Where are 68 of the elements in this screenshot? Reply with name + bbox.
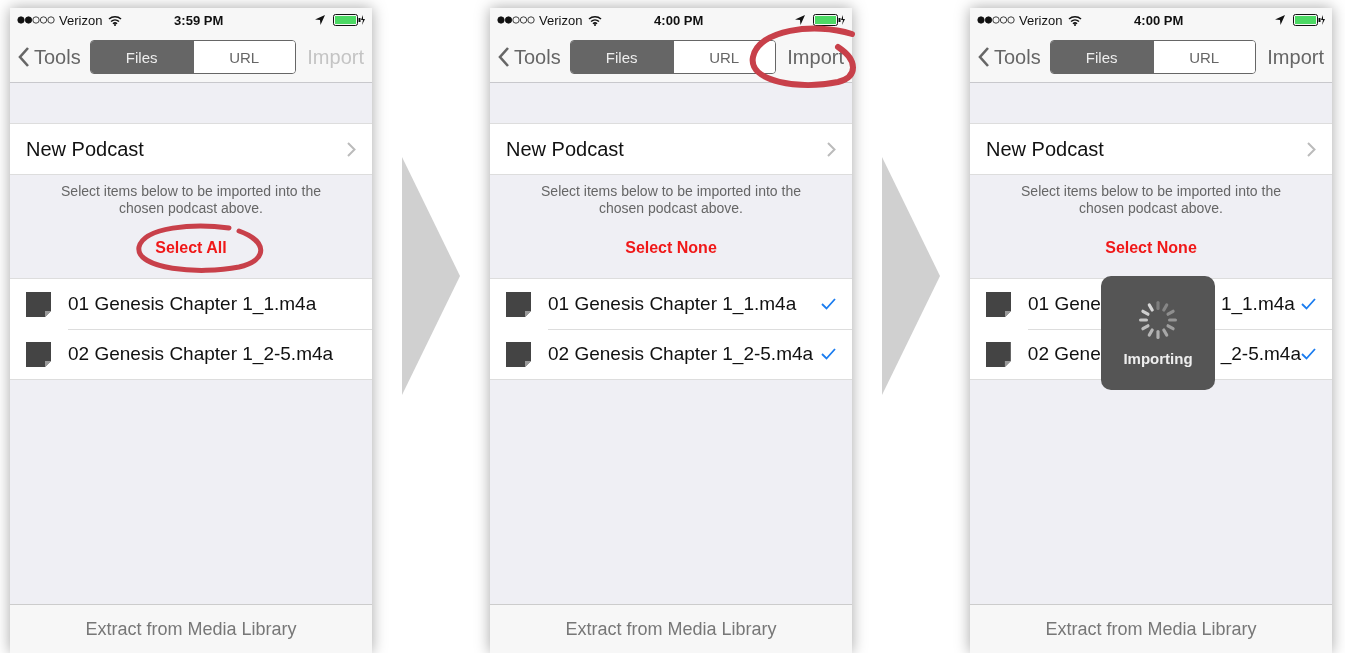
podcast-label: New Podcast	[506, 137, 624, 161]
step-arrow-icon	[402, 156, 460, 395]
wifi-icon	[1068, 14, 1083, 26]
instruction-text: Select items below to be imported into the chosen podcast above.	[1020, 183, 1282, 217]
import-button[interactable]: Import	[1267, 45, 1324, 69]
importing-label: Importing	[1123, 349, 1193, 367]
file-icon	[986, 291, 1011, 317]
import-button[interactable]: Import	[787, 45, 844, 69]
file-icon	[506, 291, 531, 317]
chevron-right-icon	[827, 141, 836, 157]
podcast-row[interactable]: New Podcast	[10, 123, 372, 175]
chevron-right-icon	[347, 141, 356, 157]
file-name: 1_1.m4a	[1220, 292, 1295, 315]
segment-tab[interactable]: Files	[1050, 41, 1153, 73]
chevron-right-icon	[1307, 141, 1316, 157]
file-icon	[986, 341, 1011, 367]
podcast-label: New Podcast	[986, 137, 1104, 161]
wifi-icon	[588, 14, 603, 26]
file-name: 01 Genesis Chapter 1_1.m4a	[548, 292, 797, 315]
status-time: 4:00 PM	[1134, 12, 1184, 28]
file-name: _2-5.m4a	[1220, 343, 1301, 365]
file-name: 02 Genesis Chapter 1_2-5.m4a	[548, 343, 814, 365]
instruction-text: Select items below to be imported into the chosen podcast above.	[540, 183, 802, 217]
battery-icon	[1293, 14, 1325, 26]
segment-tab[interactable]: URL	[192, 41, 295, 73]
signal-icon	[17, 16, 55, 24]
step-arrow-icon	[882, 156, 940, 395]
location-icon	[315, 15, 325, 25]
segment-tab[interactable]: Files	[90, 41, 193, 73]
segment-tab[interactable]: Files	[570, 41, 673, 73]
carrier-name: Verizon	[539, 12, 583, 28]
file-name: 01 Genesis Chapter 1_1.m4a	[68, 292, 317, 315]
carrier-name: Verizon	[1019, 12, 1063, 28]
battery-icon	[333, 14, 365, 26]
signal-icon	[977, 16, 1015, 24]
extract-button[interactable]: Extract from Media Library	[10, 604, 372, 653]
podcast-row[interactable]: New Podcast	[490, 123, 852, 175]
location-icon	[1275, 15, 1285, 25]
back-chevron-icon	[978, 46, 990, 68]
carrier-name: Verizon	[59, 12, 103, 28]
select-toggle-button[interactable]: Select All	[155, 239, 227, 257]
back-chevron-icon	[498, 46, 510, 68]
file-icon	[506, 341, 531, 367]
status-time: 4:00 PM	[654, 12, 704, 28]
instruction-text: Select items below to be imported into the chosen podcast above.	[60, 183, 322, 217]
select-toggle-button[interactable]: Select None	[625, 239, 717, 257]
file-icon	[26, 341, 51, 367]
wifi-icon	[108, 14, 123, 26]
select-toggle-button[interactable]: Select None	[1105, 239, 1197, 257]
spinner-icon	[1138, 299, 1178, 340]
location-icon	[795, 15, 805, 25]
segment-tab[interactable]: URL	[1152, 41, 1255, 73]
back-button[interactable]: Tools	[978, 45, 1041, 69]
file-name: 01 Gene	[1028, 292, 1101, 315]
podcast-row[interactable]: New Podcast	[970, 123, 1332, 175]
battery-icon	[813, 14, 845, 26]
segment-tab[interactable]: URL	[672, 41, 775, 73]
back-button[interactable]: Tools	[498, 45, 561, 69]
file-name: 02 Gene	[1027, 343, 1101, 365]
extract-button[interactable]: Extract from Media Library	[490, 604, 852, 653]
file-name: 02 Genesis Chapter 1_2-5.m4a	[68, 343, 334, 365]
signal-icon	[497, 16, 535, 24]
status-time: 3:59 PM	[174, 12, 224, 28]
back-chevron-icon	[18, 46, 30, 68]
file-icon	[26, 291, 51, 317]
back-button[interactable]: Tools	[18, 45, 81, 69]
extract-button[interactable]: Extract from Media Library	[970, 604, 1332, 653]
podcast-label: New Podcast	[26, 137, 144, 161]
